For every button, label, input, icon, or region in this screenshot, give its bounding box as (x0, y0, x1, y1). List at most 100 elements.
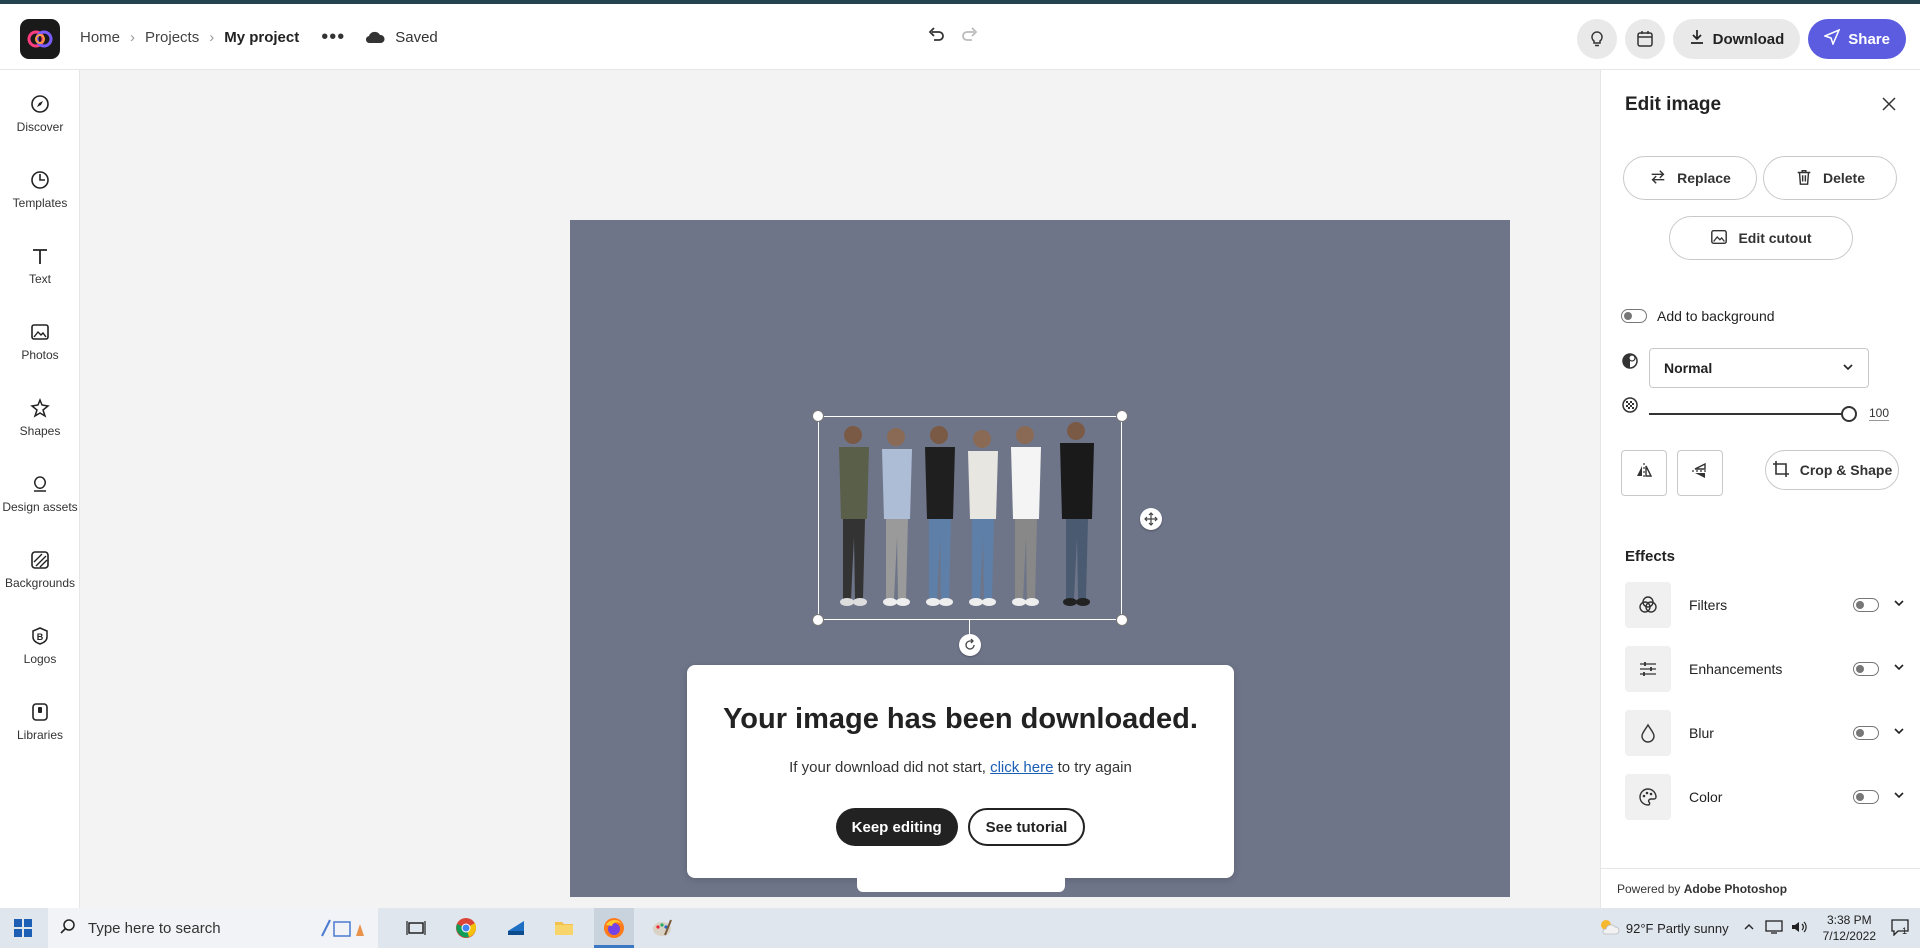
creative-cloud-logo[interactable] (20, 19, 60, 59)
add-to-background-toggle[interactable] (1621, 309, 1647, 323)
add-to-background-row: Add to background (1621, 308, 1775, 324)
enhancements-toggle[interactable] (1853, 662, 1879, 676)
sidebar-label: Discover (16, 120, 64, 134)
lightbulb-icon[interactable] (1576, 19, 1617, 59)
taskbar-clock[interactable]: 3:38 PM 7/12/2022 (1823, 912, 1876, 944)
sidebar-label: Design assets (2, 500, 78, 514)
partly-sunny-icon (1598, 918, 1620, 939)
clock-date: 7/12/2022 (1822, 929, 1876, 943)
sidebar-label: Libraries (16, 728, 64, 742)
share-label: Share (1848, 30, 1890, 48)
effect-row-enhancements[interactable]: Enhancements (1625, 646, 1905, 692)
sidebar-item-templates[interactable]: Templates (0, 168, 80, 230)
sidebar-item-libraries[interactable]: Libraries (0, 700, 80, 762)
calendar-icon[interactable] (1624, 19, 1665, 59)
redo-icon[interactable] (960, 26, 980, 51)
more-options-icon[interactable]: ••• (321, 26, 345, 49)
sidebar-item-photos[interactable]: Photos (0, 320, 80, 382)
flip-horizontal-button[interactable] (1621, 450, 1667, 496)
opacity-slider[interactable] (1649, 406, 1857, 422)
effect-row-color[interactable]: Color (1625, 774, 1905, 820)
group-photo-cutout[interactable] (821, 419, 1119, 617)
color-toggle[interactable] (1853, 790, 1879, 804)
store-icon[interactable] (504, 916, 528, 940)
effect-row-blur[interactable]: Blur (1625, 710, 1905, 756)
breadcrumb-chevron-icon: › (130, 28, 136, 46)
edit-cutout-button[interactable]: Edit cutout (1669, 216, 1853, 260)
chevron-up-icon[interactable] (1743, 921, 1755, 936)
file-explorer-icon[interactable] (552, 916, 576, 940)
header-actions: Download Share (1576, 19, 1906, 59)
retry-download-link[interactable]: click here (990, 759, 1053, 776)
chevron-down-icon[interactable] (1893, 660, 1905, 678)
close-icon[interactable] (1881, 96, 1897, 117)
move-handle-icon[interactable] (1140, 508, 1162, 530)
weather-widget[interactable]: 92°F Partly sunny (1598, 918, 1729, 939)
delete-label: Delete (1822, 170, 1866, 186)
crop-shape-button[interactable]: Crop & Shape (1765, 450, 1899, 490)
photo-icon (30, 320, 50, 344)
filters-toggle[interactable] (1853, 598, 1879, 612)
crop-shape-label: Crop & Shape (1799, 462, 1893, 478)
blend-mode-select[interactable]: Normal (1649, 348, 1869, 388)
design-assets-icon (30, 472, 50, 496)
sidebar-item-text[interactable]: Text (0, 244, 80, 306)
download-confirmation-dialog: Your image has been downloaded. If your … (687, 665, 1234, 878)
breadcrumb-home[interactable]: Home (80, 29, 120, 46)
sidebar-item-design-assets[interactable]: Design assets (0, 472, 80, 534)
sidebar-item-backgrounds[interactable]: Backgrounds (0, 548, 80, 610)
search-highlight-icon[interactable] (316, 916, 372, 940)
sidebar-item-shapes[interactable]: Shapes (0, 396, 80, 458)
windows-start-icon[interactable] (14, 919, 32, 942)
chevron-down-icon[interactable] (1893, 724, 1905, 742)
opacity-slider-thumb[interactable] (1841, 406, 1857, 422)
sidebar-item-discover[interactable]: Discover (0, 92, 80, 154)
resize-handle-bottom-left[interactable] (812, 614, 824, 626)
filters-icon (1625, 582, 1671, 628)
resize-handle-top-left[interactable] (812, 410, 824, 422)
paint-icon[interactable] (650, 916, 674, 940)
compass-icon (30, 92, 50, 116)
edit-cutout-label: Edit cutout (1738, 230, 1812, 246)
delete-button[interactable]: Delete (1763, 156, 1897, 200)
download-button[interactable]: Download (1672, 19, 1801, 59)
powered-by-brand: Adobe Photoshop (1683, 882, 1788, 896)
system-tray: 92°F Partly sunny 3:38 PM 7/12/2022 1 (1598, 908, 1920, 948)
rotate-handle-icon[interactable] (959, 634, 981, 656)
network-icon[interactable] (1764, 919, 1783, 937)
dialog-subtitle-text-end: to try again (1057, 759, 1132, 776)
blur-toggle[interactable] (1853, 726, 1879, 740)
flip-vertical-button[interactable] (1677, 450, 1723, 496)
edit-image-panel: Edit image Replace Delete Edit cutout Ad… (1600, 70, 1920, 908)
download-icon (1689, 29, 1705, 49)
resize-handle-bottom-right[interactable] (1116, 614, 1128, 626)
text-icon (30, 244, 50, 268)
share-button[interactable]: Share (1808, 19, 1906, 59)
chrome-icon[interactable] (454, 916, 478, 940)
left-sidebar: Discover Templates Text Photos Shapes De… (0, 70, 80, 908)
sidebar-item-logos[interactable]: B Logos (0, 624, 80, 686)
chevron-down-icon[interactable] (1893, 596, 1905, 614)
swap-icon (1649, 168, 1667, 189)
undo-icon[interactable] (926, 26, 946, 51)
windows-taskbar: Type here to search 92°F Partly sunny 3:… (0, 908, 1920, 948)
notifications-icon[interactable]: 1 (1890, 918, 1910, 939)
opacity-value[interactable]: 100 (1869, 406, 1890, 421)
replace-button[interactable]: Replace (1623, 156, 1757, 200)
task-view-icon[interactable] (404, 916, 428, 940)
breadcrumb-current-project[interactable]: My project (224, 29, 299, 46)
keep-editing-button[interactable]: Keep editing (835, 808, 958, 846)
firefox-icon[interactable] (602, 916, 626, 940)
resize-handle-top-right[interactable] (1116, 410, 1128, 422)
volume-icon[interactable] (1791, 920, 1809, 937)
clock-time: 3:38 PM (1826, 913, 1872, 927)
effect-row-filters[interactable]: Filters (1625, 582, 1905, 628)
send-icon (1823, 28, 1841, 49)
notification-count: 1 (1902, 925, 1908, 936)
blend-mode-icon (1621, 352, 1639, 375)
breadcrumb-projects[interactable]: Projects (145, 29, 199, 46)
see-tutorial-button[interactable]: See tutorial (967, 808, 1086, 846)
selected-image-frame[interactable] (812, 410, 1128, 626)
chevron-down-icon[interactable] (1893, 788, 1905, 806)
replace-label: Replace (1677, 170, 1731, 186)
